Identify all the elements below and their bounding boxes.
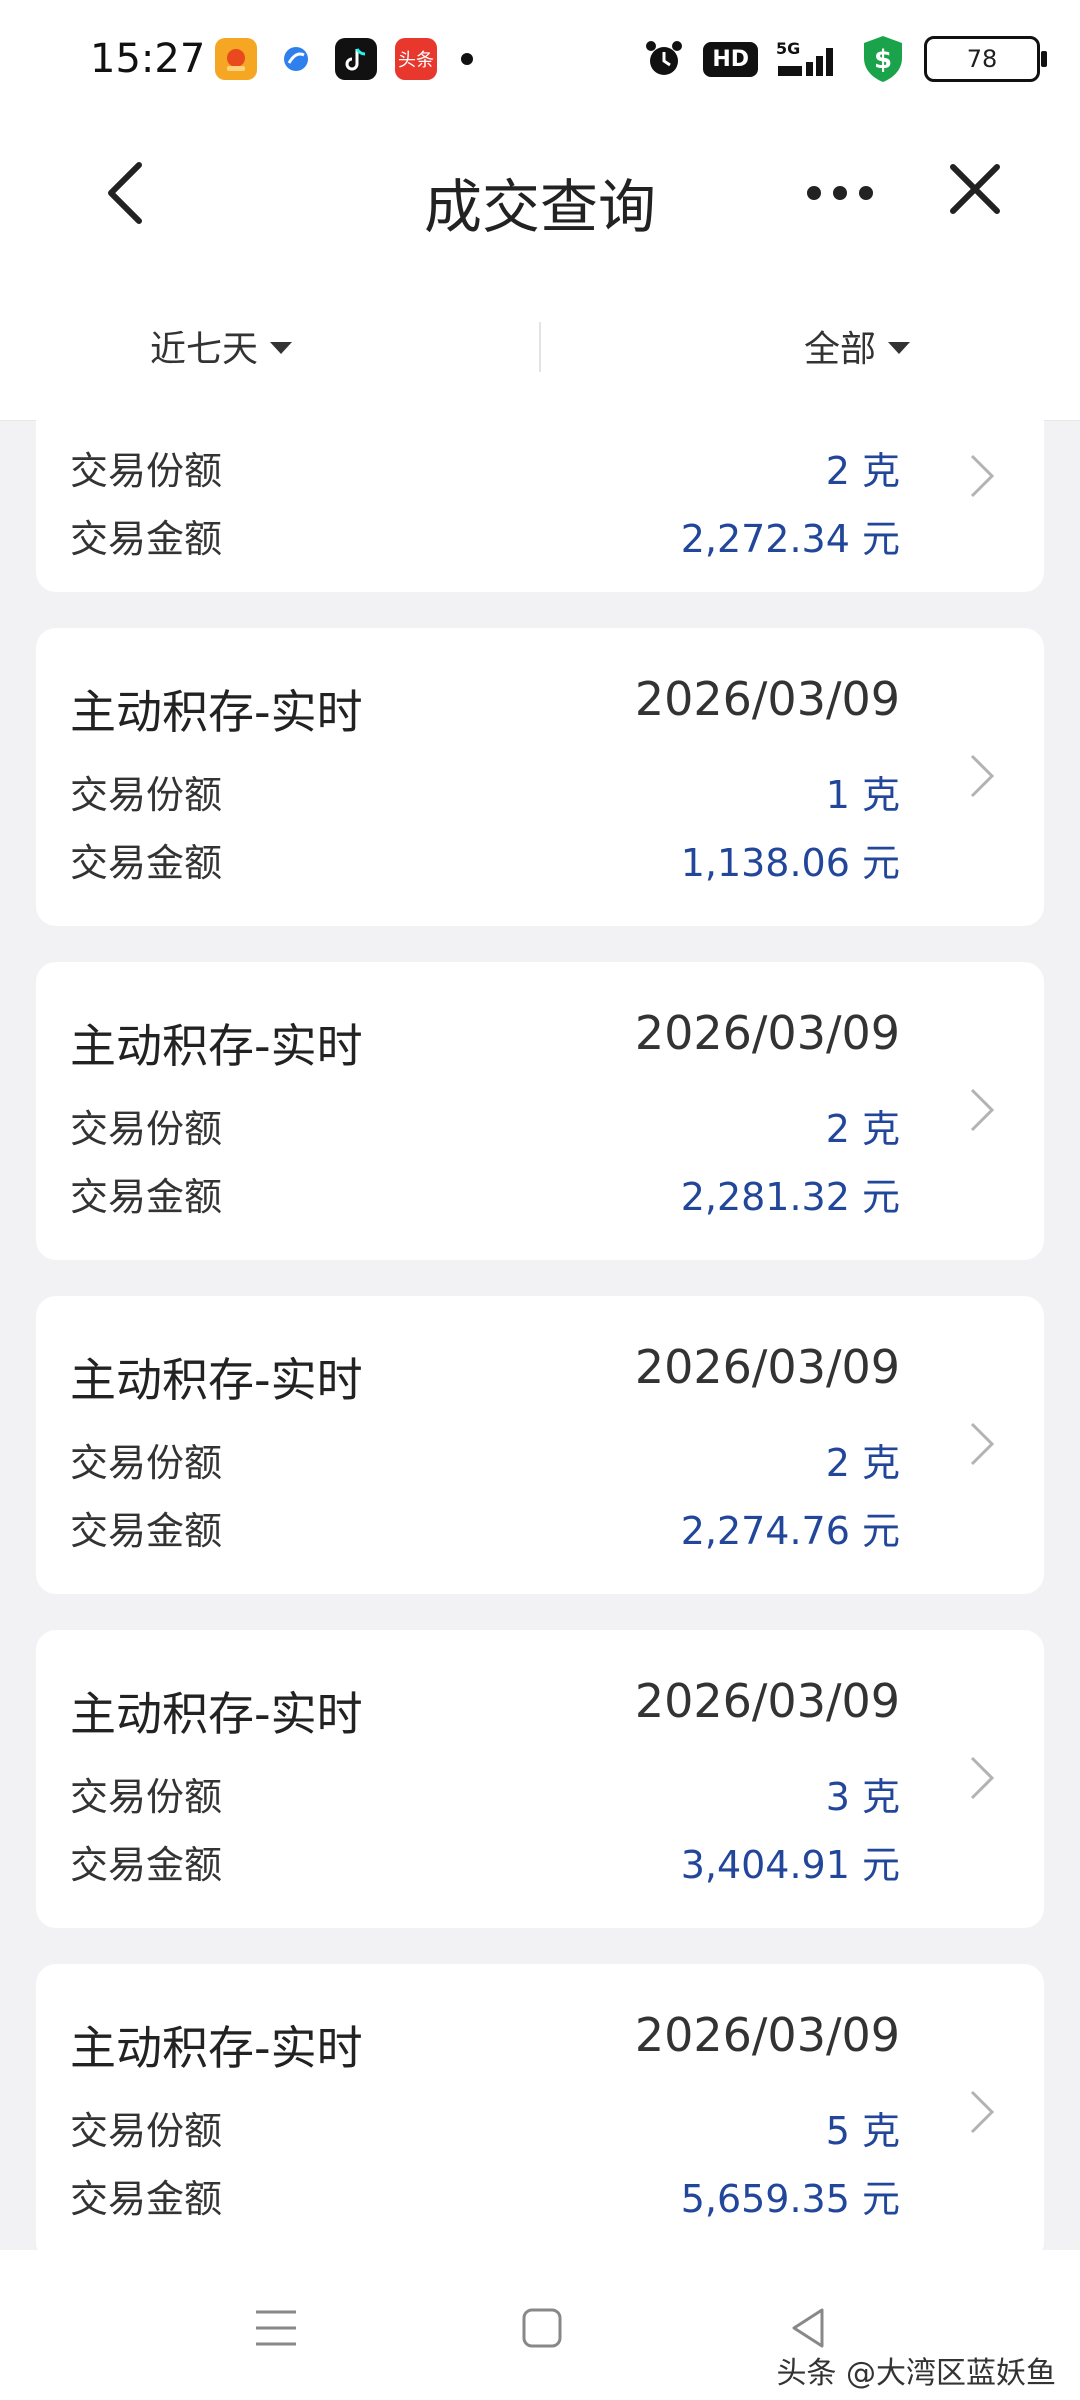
- more-button[interactable]: [800, 158, 880, 228]
- share-value: 2 克: [825, 1441, 900, 1485]
- card-title: 主动积存-实时: [70, 1353, 363, 1407]
- svg-text:$: $: [874, 45, 892, 75]
- battery-icon: 78: [924, 36, 1047, 82]
- card-title: 主动积存-实时: [70, 1019, 363, 1073]
- status-time: 15:27: [90, 36, 206, 82]
- amount-value: 2,274.76 元: [680, 1509, 900, 1553]
- signal-5g-icon: 5G: [776, 38, 842, 80]
- close-button[interactable]: [940, 154, 1010, 224]
- card-date: 2026/03/09: [634, 2008, 900, 2062]
- card-title: 主动积存-实时: [70, 2021, 363, 2075]
- amount-label: 交易金额: [70, 1509, 223, 1553]
- transaction-card[interactable]: 交易份额 2 克 交易金额 2,272.34 元: [36, 420, 1044, 592]
- share-value: 3 克: [825, 1775, 900, 1819]
- share-value: 5 克: [825, 2109, 900, 2153]
- share-label: 交易份额: [70, 773, 223, 817]
- amount-label: 交易金额: [70, 517, 223, 561]
- amount-value: 1,138.06 元: [680, 841, 900, 885]
- share-value: 1 克: [825, 773, 900, 817]
- period-filter[interactable]: 近七天: [150, 320, 293, 372]
- amount-value: 2,281.32 元: [680, 1175, 900, 1219]
- transaction-card[interactable]: 主动积存-实时 2026/03/09 交易份额 2 克 交易金额 2,281.3…: [36, 962, 1044, 1260]
- share-label: 交易份额: [70, 1107, 223, 1151]
- tiktok-app-icon: [335, 38, 377, 80]
- caret-down-icon: [888, 342, 910, 354]
- weather-app-icon: [215, 38, 257, 80]
- transaction-list: 交易份额 2 克 交易金额 2,272.34 元 主动积存-实时 2026/03…: [0, 420, 1080, 2250]
- amount-label: 交易金额: [70, 1843, 223, 1887]
- amount-label: 交易金额: [70, 841, 223, 885]
- alarm-icon: [643, 38, 685, 80]
- card-title: 主动积存-实时: [70, 685, 363, 739]
- chevron-right-icon: [962, 748, 1002, 804]
- chevron-right-icon: [962, 448, 1002, 504]
- back-triangle-icon: [792, 2308, 824, 2348]
- type-filter[interactable]: 全部: [804, 320, 910, 372]
- title-bar: 成交查询: [0, 120, 1080, 270]
- share-label: 交易份额: [70, 1441, 223, 1485]
- chevron-right-icon: [962, 1750, 1002, 1806]
- page-title: 成交查询: [423, 173, 656, 241]
- toutiao-app-icon: 头条: [395, 38, 437, 80]
- type-filter-label: 全部: [803, 329, 876, 370]
- share-value: 2 克: [825, 1107, 900, 1151]
- menu-icon: [256, 2310, 296, 2346]
- notification-icons: 头条: [215, 38, 473, 80]
- system-status-icons: HD 5G $ 78: [643, 34, 1047, 84]
- share-value: 2 克: [825, 449, 900, 493]
- amount-label: 交易金额: [70, 1175, 223, 1219]
- period-filter-label: 近七天: [150, 329, 259, 370]
- card-title: 主动积存-实时: [70, 1687, 363, 1741]
- filter-bar: 近七天 全部: [0, 270, 1080, 421]
- close-icon: [950, 164, 1000, 214]
- browser-app-icon: [275, 38, 317, 80]
- caret-down-icon: [270, 342, 293, 354]
- card-date: 2026/03/09: [634, 1340, 900, 1394]
- card-date: 2026/03/09: [634, 1006, 900, 1060]
- card-date: 2026/03/09: [634, 1674, 900, 1728]
- filter-divider: [539, 322, 541, 372]
- share-label: 交易份额: [70, 1775, 223, 1819]
- transaction-card[interactable]: 主动积存-实时 2026/03/09 交易份额 1 克 交易金额 1,138.0…: [36, 628, 1044, 926]
- recent-apps-button[interactable]: [246, 2298, 306, 2358]
- hd-icon: HD: [703, 41, 758, 77]
- chevron-right-icon: [962, 1416, 1002, 1472]
- chevron-right-icon: [962, 1082, 1002, 1138]
- amount-value: 5,659.35 元: [680, 2177, 900, 2221]
- more-icon: [807, 186, 873, 200]
- amount-label: 交易金额: [70, 2177, 223, 2221]
- chevron-right-icon: [962, 2084, 1002, 2140]
- transaction-card[interactable]: 主动积存-实时 2026/03/09 交易份额 3 克 交易金额 3,404.9…: [36, 1630, 1044, 1928]
- home-square-icon: [522, 2308, 562, 2348]
- share-label: 交易份额: [70, 2109, 223, 2153]
- watermark: 头条 @大湾区蓝妖鱼: [776, 2356, 1056, 2391]
- home-button[interactable]: [512, 2298, 572, 2358]
- svg-text:5G: 5G: [776, 39, 800, 58]
- security-shield-icon: $: [860, 34, 906, 84]
- more-notifications-dot: [461, 53, 473, 65]
- transaction-card[interactable]: 主动积存-实时 2026/03/09 交易份额 2 克 交易金额 2,274.7…: [36, 1296, 1044, 1594]
- amount-value: 2,272.34 元: [680, 517, 900, 561]
- toutiao-label: 头条: [398, 50, 434, 71]
- card-date: 2026/03/09: [634, 672, 900, 726]
- system-nav-bar: 头条 @大湾区蓝妖鱼: [0, 2250, 1080, 2400]
- status-bar: 15:27 头条 HD 5G $ 78: [0, 0, 1080, 120]
- amount-value: 3,404.91 元: [680, 1843, 900, 1887]
- share-label: 交易份额: [70, 449, 223, 493]
- transaction-card[interactable]: 主动积存-实时 2026/03/09 交易份额 5 克 交易金额 5,659.3…: [36, 1964, 1044, 2250]
